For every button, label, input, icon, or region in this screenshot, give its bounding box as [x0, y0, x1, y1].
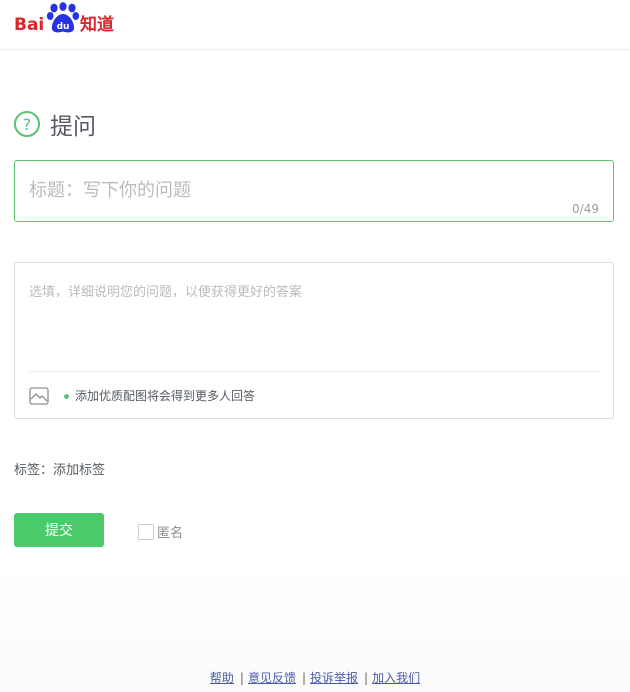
anonymous-checkbox[interactable] [138, 523, 154, 540]
image-hint-text: 添加优质配图将会得到更多人回答 [75, 389, 256, 403]
footer-link-help[interactable]: 帮助 [210, 671, 234, 685]
footer-link-join-us[interactable]: 加入我们 [372, 671, 420, 685]
logo-zhidao-text: 知道 [80, 15, 114, 35]
image-icon[interactable] [29, 387, 49, 405]
logo-du-text: du [57, 22, 70, 32]
footer-link-feedback[interactable]: 意见反馈 [248, 671, 296, 685]
page-title: 提问 [50, 114, 96, 140]
question-title-input[interactable] [29, 175, 589, 205]
anonymous-label: 匿名 [157, 526, 184, 541]
tags-label: 标签： [14, 463, 54, 478]
header: Bai du 知道 [0, 0, 630, 50]
ask-heading: ? 提问 [14, 108, 96, 140]
anonymous-toggle[interactable]: 匿名 [138, 522, 183, 541]
footer-separator: | [301, 671, 307, 685]
footer-separator: | [364, 671, 369, 685]
question-detail-textarea[interactable] [29, 281, 599, 365]
paw-icon: du [46, 2, 80, 33]
footer-separator: | [239, 671, 244, 685]
baidu-zhidao-logo[interactable]: Bai du 知道 [14, 2, 124, 42]
submit-button[interactable]: 提交 [14, 513, 104, 547]
logo-bai-text: Bai [14, 15, 45, 35]
question-title-box: 0/49 [14, 160, 614, 222]
add-tag-link[interactable]: 添加标签 [53, 463, 105, 478]
tags-row: 标签：添加标签 [14, 463, 105, 479]
hint-dot [64, 394, 69, 399]
question-detail-box: 添加优质配图将会得到更多人回答 [14, 262, 614, 419]
footer-link-report[interactable]: 投诉举报 [310, 671, 358, 685]
detail-divider [29, 371, 599, 372]
question-circle-icon: ? [14, 111, 40, 137]
title-char-count: 0/49 [572, 202, 599, 216]
footer: 帮助 | 意见反馈 | 投诉举报 | 加入我们 [0, 670, 630, 686]
